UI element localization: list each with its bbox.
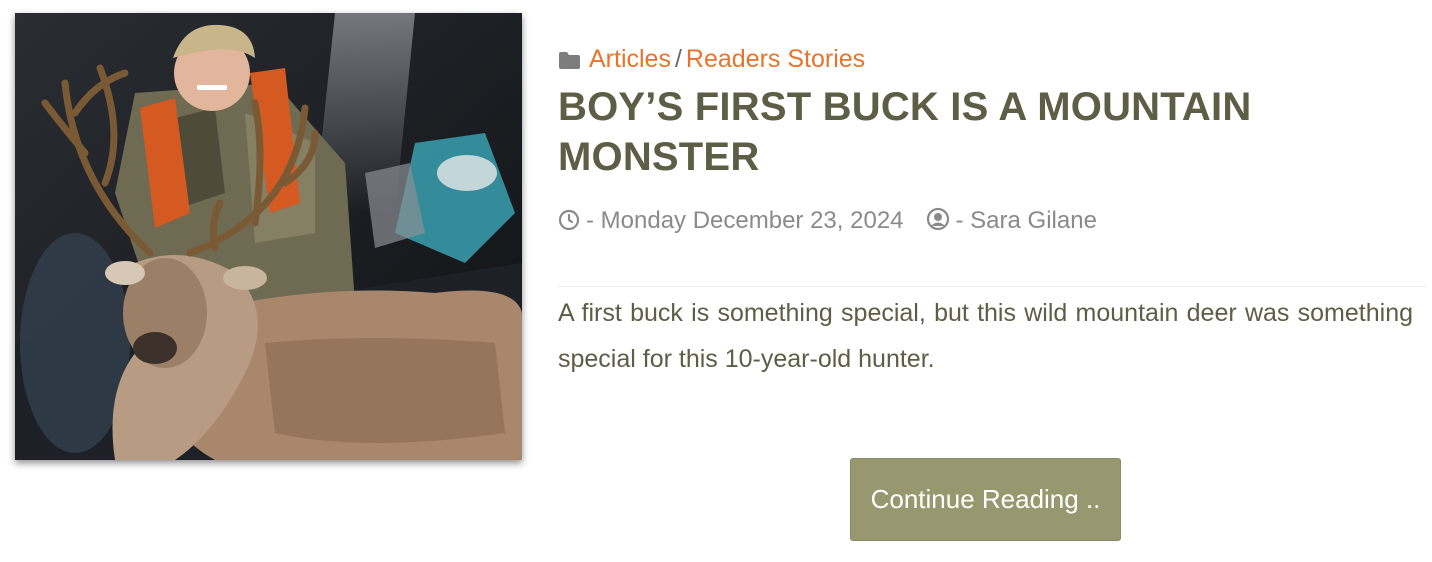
category-separator: / xyxy=(674,45,682,73)
post-meta: - Monday December 23, 2024 - Sara Gilane xyxy=(558,206,1097,239)
post-featured-image[interactable] xyxy=(15,13,522,460)
category-link-articles[interactable]: Articles xyxy=(589,45,671,73)
post-excerpt: A first buck is something special, but t… xyxy=(558,299,1413,373)
meta-divider xyxy=(558,286,1426,287)
post-date: - Monday December 23, 2024 xyxy=(586,207,904,234)
user-circle-icon xyxy=(926,207,950,239)
post-title[interactable]: BOY’S FIRST BUCK IS A MOUNTAIN MONSTER xyxy=(558,82,1278,182)
continue-reading-button[interactable]: Continue Reading .. xyxy=(850,458,1121,541)
clock-icon xyxy=(558,209,580,239)
category-link-readers-stories[interactable]: Readers Stories xyxy=(686,45,865,73)
post-categories: Articles / Readers Stories xyxy=(558,44,865,77)
folder-icon xyxy=(558,47,581,77)
post-author[interactable]: - Sara Gilane xyxy=(956,207,1097,234)
